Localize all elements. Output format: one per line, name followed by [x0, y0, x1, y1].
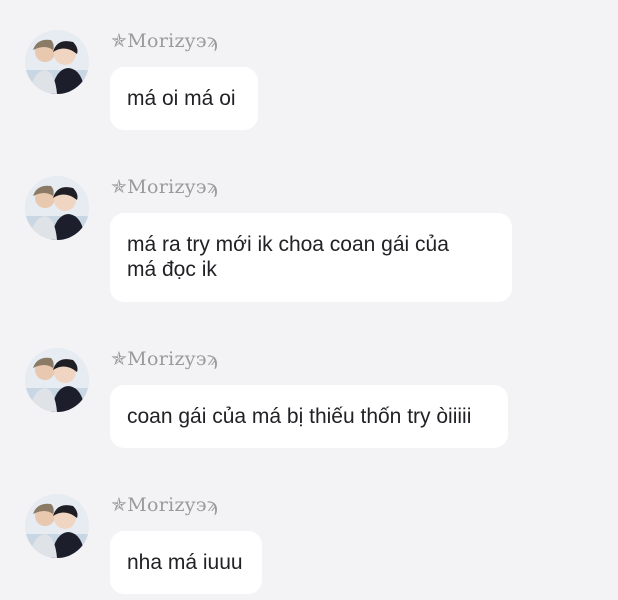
avatar-photo-icon [25, 30, 89, 94]
chat-thread: ✯Morizy϶ϡ má oi má oi ✯Morizy϶ϡ má ra tr… [0, 0, 618, 600]
avatar[interactable] [25, 30, 89, 94]
avatar-photo-icon [25, 494, 89, 558]
sender-name[interactable]: ✯Morizy϶ϡ [111, 494, 218, 516]
message-bubble[interactable]: má ra try mới ik choa coan gái của má đọ… [110, 213, 512, 302]
sender-name[interactable]: ✯Morizy϶ϡ [111, 176, 218, 198]
sender-name[interactable]: ✯Morizy϶ϡ [111, 30, 218, 52]
avatar-photo-icon [25, 176, 89, 240]
avatar[interactable] [25, 494, 89, 558]
message-bubble[interactable]: coan gái của má bị thiếu thốn try òiiiii [110, 385, 508, 448]
avatar[interactable] [25, 348, 89, 412]
avatar-photo-icon [25, 348, 89, 412]
avatar[interactable] [25, 176, 89, 240]
message-bubble[interactable]: má oi má oi [110, 67, 258, 130]
sender-name[interactable]: ✯Morizy϶ϡ [111, 348, 218, 370]
message-bubble[interactable]: nha má iuuu [110, 531, 262, 594]
